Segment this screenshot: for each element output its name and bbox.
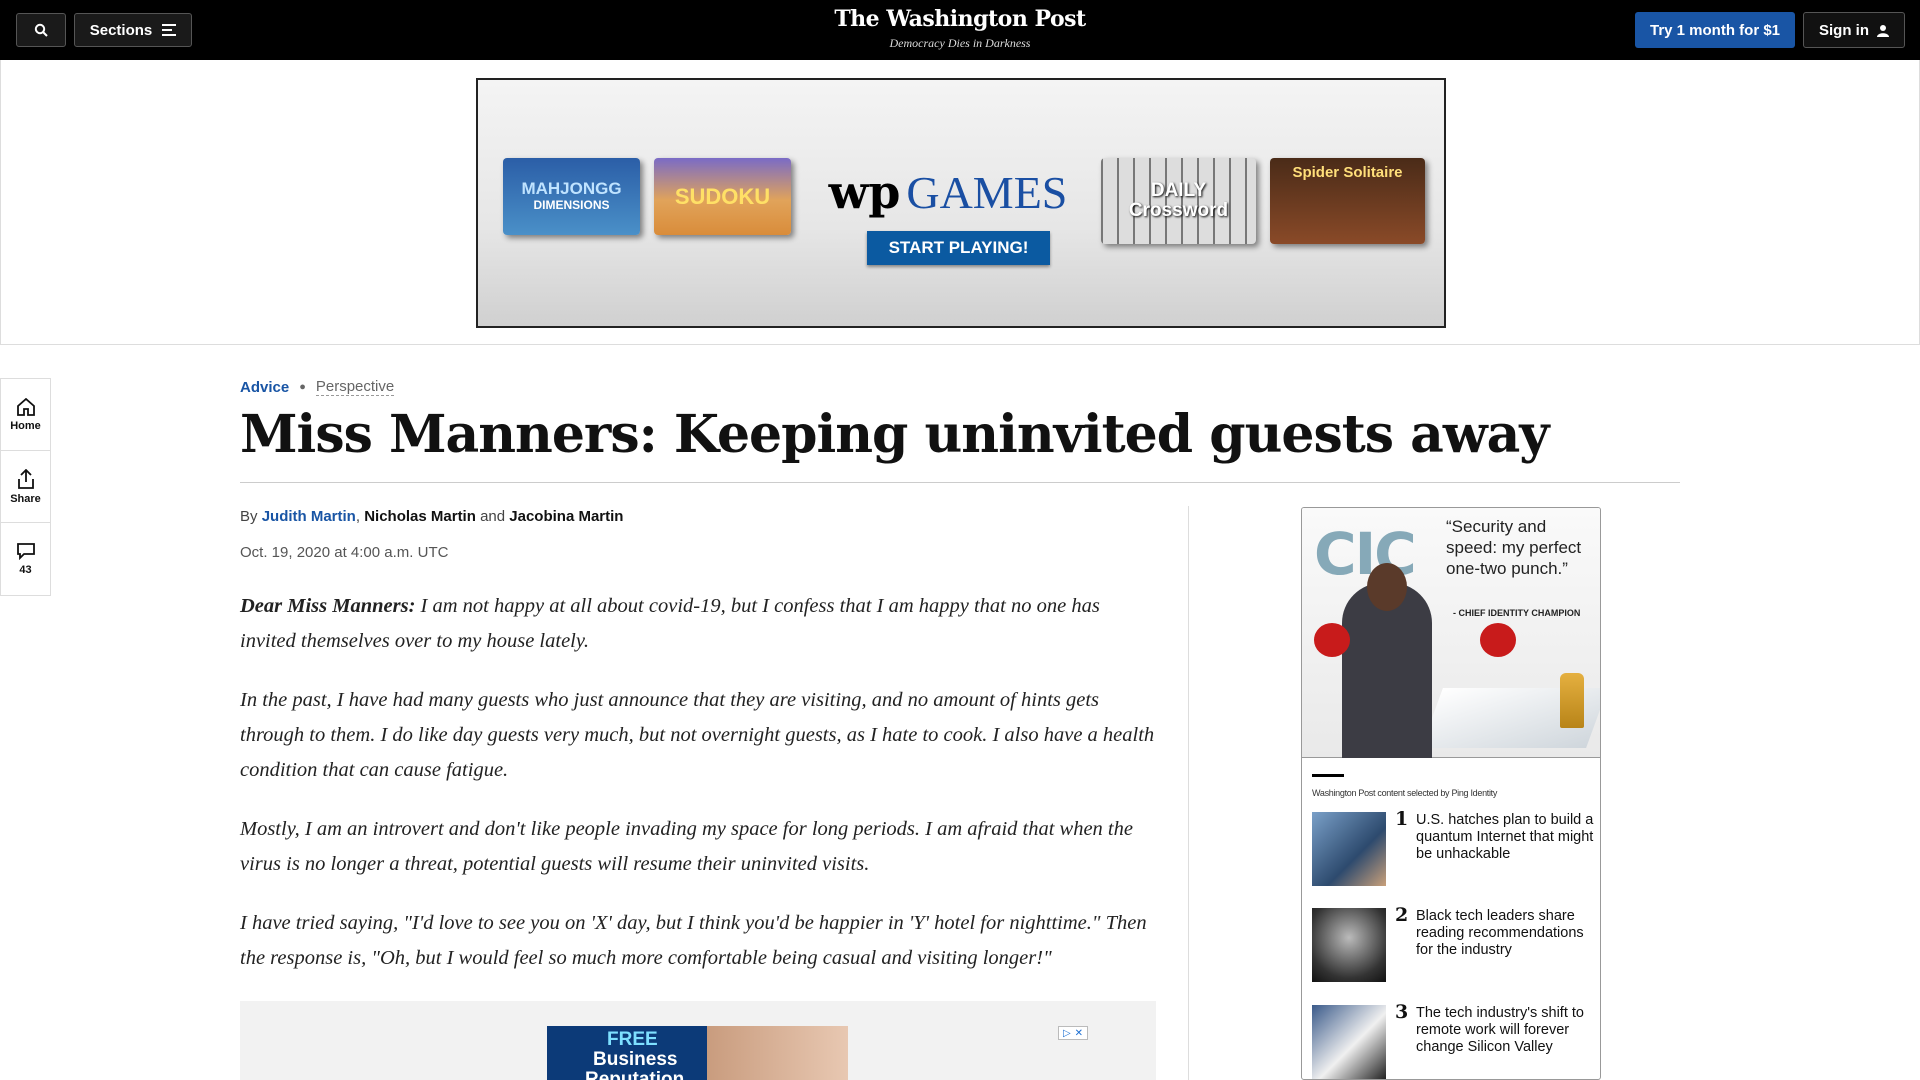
sponsor-attribution: - CHIEF IDENTITY CHAMPION xyxy=(1453,608,1581,618)
mahjong-subtitle: DIMENSIONS xyxy=(533,197,610,212)
site-logo[interactable]: The Washington Post xyxy=(760,6,1160,32)
story-title[interactable]: U.S. hatches plan to build a quantum Int… xyxy=(1416,812,1596,863)
author-link-nicholas-martin[interactable]: Nicholas Martin xyxy=(364,508,476,525)
kicker-separator: ● xyxy=(299,381,306,393)
left-action-rail: Home Share 43 xyxy=(0,378,51,596)
boxing-glove-icon xyxy=(1314,623,1350,657)
paragraph-2: In the past, I have had many guests who … xyxy=(240,689,1155,781)
wp-games-logo: wp GAMES xyxy=(828,162,1068,222)
story-number: 2 xyxy=(1395,904,1409,926)
author-link-judith-martin[interactable]: Judith Martin xyxy=(262,508,356,525)
hamburger-icon xyxy=(162,24,177,36)
paragraph-4: I have tried saying, "I'd love to see yo… xyxy=(240,912,1147,969)
perspective-label[interactable]: Perspective xyxy=(315,378,395,396)
sections-label: Sections xyxy=(89,21,153,39)
home-button[interactable]: Home xyxy=(1,379,50,451)
comment-count: 43 xyxy=(19,564,32,576)
headline-divider xyxy=(240,482,1680,483)
trophy-icon xyxy=(1560,673,1584,728)
mahjong-title: MAHJONGG xyxy=(521,178,622,198)
comments-button[interactable]: 43 xyxy=(1,523,50,595)
article-body: Dear Miss Manners: I am not happy at all… xyxy=(240,589,1160,1000)
search-button[interactable] xyxy=(16,13,66,47)
boxing-glove-icon xyxy=(1480,623,1516,657)
paragraph-1: Dear Miss Manners: I am not happy at all… xyxy=(240,589,1160,659)
column-divider xyxy=(1188,506,1189,1080)
byline-comma: , xyxy=(355,508,361,525)
sign-in-label: Sign in xyxy=(1819,21,1869,39)
story-number: 1 xyxy=(1395,808,1409,830)
story-title[interactable]: The tech industry's shift to remote work… xyxy=(1416,1005,1596,1056)
article-headline: Miss Manners: Keeping uninvited guests a… xyxy=(240,404,1550,465)
sponsor-story-3[interactable]: 3 The tech industry's shift to remote wo… xyxy=(1312,1001,1596,1079)
sponsor-story-2[interactable]: 2 Black tech leaders share reading recom… xyxy=(1312,904,1596,986)
sign-in-button[interactable]: Sign in xyxy=(1803,12,1905,48)
crossword-line2: Crossword xyxy=(1128,200,1229,221)
close-icon: ✕ xyxy=(1074,1027,1084,1039)
share-icon xyxy=(17,468,34,489)
comment-icon xyxy=(16,543,35,560)
story-thumbnail xyxy=(1312,1005,1386,1079)
paragraph-1-lead: Dear Miss Manners: xyxy=(240,595,416,617)
sudoku-tile[interactable]: SUDOKU xyxy=(654,158,791,235)
home-icon xyxy=(16,397,35,416)
sponsored-panel: CIC “Security and speed: my perfect one-… xyxy=(1301,507,1601,1080)
story-number: 3 xyxy=(1395,1001,1409,1023)
story-title[interactable]: Black tech leaders share reading recomme… xyxy=(1416,908,1596,959)
article-kicker: Advice ● Perspective xyxy=(240,378,395,396)
inline-ad-creative[interactable]: FREE Business Reputation xyxy=(547,1026,848,1080)
crossword-line1: DAILY xyxy=(1150,180,1207,201)
masthead[interactable]: The Washington Post Democracy Dies in Da… xyxy=(760,6,1160,51)
sponsor-rule xyxy=(1312,774,1344,777)
story-thumbnail xyxy=(1312,908,1386,982)
sponsor-quote: “Security and speed: my perfect one-two … xyxy=(1446,517,1582,578)
wp-logo-mark: wp xyxy=(828,165,901,219)
user-icon xyxy=(1877,24,1889,37)
games-wordmark: GAMES xyxy=(906,166,1068,218)
byline: By Judith Martin, Nicholas Martin and Ja… xyxy=(240,508,623,525)
inline-ad-container: FREE Business Reputation ▷ ✕ xyxy=(240,1001,1156,1080)
sponsor-person-head xyxy=(1367,563,1407,611)
mahjong-tile[interactable]: MAHJONGG DIMENSIONS xyxy=(503,158,640,235)
games-ad-banner[interactable]: MAHJONGG DIMENSIONS SUDOKU wp GAMES STAR… xyxy=(476,78,1446,328)
byline-by: By xyxy=(240,508,258,525)
share-label: Share xyxy=(10,492,41,505)
spider-solitaire-tile[interactable]: Spider Solitaire xyxy=(1270,158,1425,244)
site-tagline: Democracy Dies in Darkness xyxy=(889,36,1031,50)
author-link-jacobina-martin[interactable]: Jacobina Martin xyxy=(509,508,623,525)
search-icon xyxy=(34,23,48,37)
start-playing-button[interactable]: START PLAYING! xyxy=(867,231,1050,265)
sponsor-selected-by: Washington Post content selected by Ping… xyxy=(1312,788,1498,798)
share-button[interactable]: Share xyxy=(1,451,50,523)
sponsor-story-1[interactable]: 1 U.S. hatches plan to build a quantum I… xyxy=(1312,808,1596,890)
home-label: Home xyxy=(10,419,41,432)
top-navigation-bar: Sections The Washington Post Democracy D… xyxy=(0,0,1920,60)
paragraph-3: Mostly, I am an introvert and don't like… xyxy=(240,818,1133,875)
crossword-tile[interactable]: DAILY Crossword xyxy=(1101,158,1256,244)
ad-choices-icon: ▷ xyxy=(1062,1027,1071,1039)
section-link-advice[interactable]: Advice xyxy=(240,379,289,396)
ad-choices-close[interactable]: ▷ ✕ xyxy=(1058,1026,1088,1040)
inline-ad-photo xyxy=(707,1026,848,1080)
story-thumbnail xyxy=(1312,812,1386,886)
sections-menu-button[interactable]: Sections xyxy=(74,13,192,47)
byline-and: and xyxy=(480,508,506,525)
top-ad-band: MAHJONGG DIMENSIONS SUDOKU wp GAMES STAR… xyxy=(0,60,1920,345)
subscribe-button[interactable]: Try 1 month for $1 xyxy=(1635,12,1795,48)
publish-date: Oct. 19, 2020 at 4:00 a.m. UTC xyxy=(240,544,449,561)
sponsor-hero-ad[interactable]: CIC “Security and speed: my perfect one-… xyxy=(1302,508,1600,758)
